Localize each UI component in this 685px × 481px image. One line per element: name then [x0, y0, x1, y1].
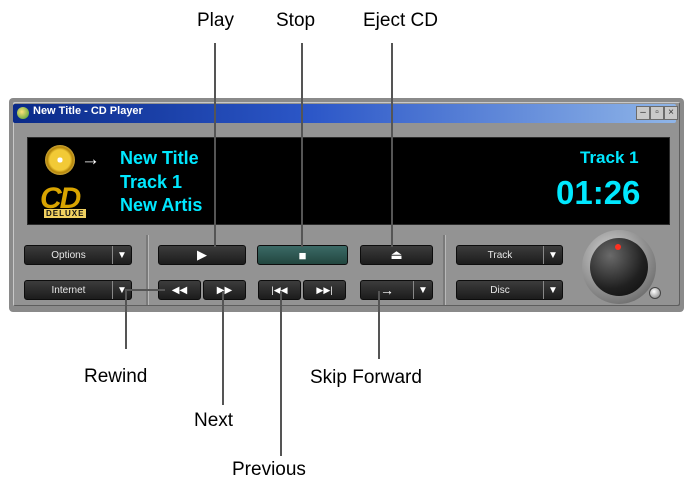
- balance-knob[interactable]: [649, 287, 661, 299]
- skip-forward-dropdown[interactable]: → ▼: [360, 280, 433, 300]
- current-track-line: Track 1: [120, 172, 183, 192]
- track-dropdown[interactable]: Track ▼: [456, 245, 563, 265]
- chevron-down-icon: ▼: [548, 249, 558, 261]
- internet-dropdown[interactable]: Internet ▼: [24, 280, 132, 300]
- callout-play: Play: [197, 10, 234, 31]
- fast-forward-button[interactable]: ▶▶: [203, 280, 246, 300]
- skip-forward-icon: →: [361, 281, 414, 299]
- divider-right: [443, 235, 445, 305]
- next-track-button[interactable]: ▶▶|: [303, 280, 346, 300]
- minimize-button[interactable]: –: [636, 106, 650, 120]
- options-label: Options: [25, 246, 113, 264]
- app-icon: [17, 107, 29, 119]
- cd-disc-icon: [45, 145, 75, 175]
- chevron-down-icon: ▼: [117, 249, 127, 261]
- leader-next: [222, 291, 224, 405]
- rewind-icon: ◀◀: [171, 284, 188, 296]
- leader-eject: [391, 43, 393, 247]
- lcd-display: → CD DELUXE New Title Track 1 New Artis …: [27, 137, 670, 225]
- logo-subtext: DELUXE: [44, 209, 87, 218]
- callout-eject: Eject CD: [363, 10, 438, 31]
- internet-label: Internet: [25, 281, 113, 299]
- stop-icon: ■: [298, 247, 307, 263]
- fast-forward-icon: ▶▶: [216, 284, 233, 296]
- leader-play: [214, 43, 216, 247]
- callout-rewind: Rewind: [84, 366, 148, 387]
- window-title: New Title - CD Player: [33, 105, 143, 117]
- track-number: Track 1: [580, 148, 639, 167]
- track-label: Track: [457, 246, 544, 264]
- leader-rewind-horizontal: [125, 289, 165, 291]
- disc-dropdown[interactable]: Disc ▼: [456, 280, 563, 300]
- play-button[interactable]: ▶: [158, 245, 246, 265]
- title-bar[interactable]: New Title - CD Player – ▫ ×: [13, 104, 678, 123]
- callout-previous: Previous: [232, 459, 306, 480]
- leader-rewind: [125, 289, 127, 349]
- album-title: New Title: [120, 148, 199, 168]
- stop-button[interactable]: ■: [257, 245, 348, 265]
- callout-skip-forward: Skip Forward: [310, 367, 422, 388]
- restore-button[interactable]: ▫: [650, 106, 664, 120]
- chevron-down-icon: ▼: [418, 284, 428, 296]
- disc-label: Disc: [457, 281, 544, 299]
- leader-stop: [301, 43, 303, 247]
- next-track-icon: ▶▶|: [316, 284, 333, 295]
- artist-name: New Artis: [120, 195, 203, 215]
- eject-icon: ⏏: [390, 247, 403, 262]
- eject-button[interactable]: ⏏: [360, 245, 433, 265]
- play-icon: ▶: [197, 247, 207, 262]
- chevron-down-icon: ▼: [548, 284, 558, 296]
- elapsed-time: 01:26: [556, 174, 641, 211]
- leader-previous: [280, 291, 282, 456]
- volume-indicator-dot: [615, 244, 621, 250]
- leader-skip-forward: [378, 291, 380, 359]
- callout-stop: Stop: [276, 10, 316, 31]
- options-dropdown[interactable]: Options ▼: [24, 245, 132, 265]
- cd-deluxe-logo: CD DELUXE: [40, 182, 110, 218]
- callout-next: Next: [194, 410, 234, 431]
- divider-left: [146, 235, 148, 305]
- arrow-right-icon: →: [81, 149, 100, 170]
- close-button[interactable]: ×: [664, 106, 678, 120]
